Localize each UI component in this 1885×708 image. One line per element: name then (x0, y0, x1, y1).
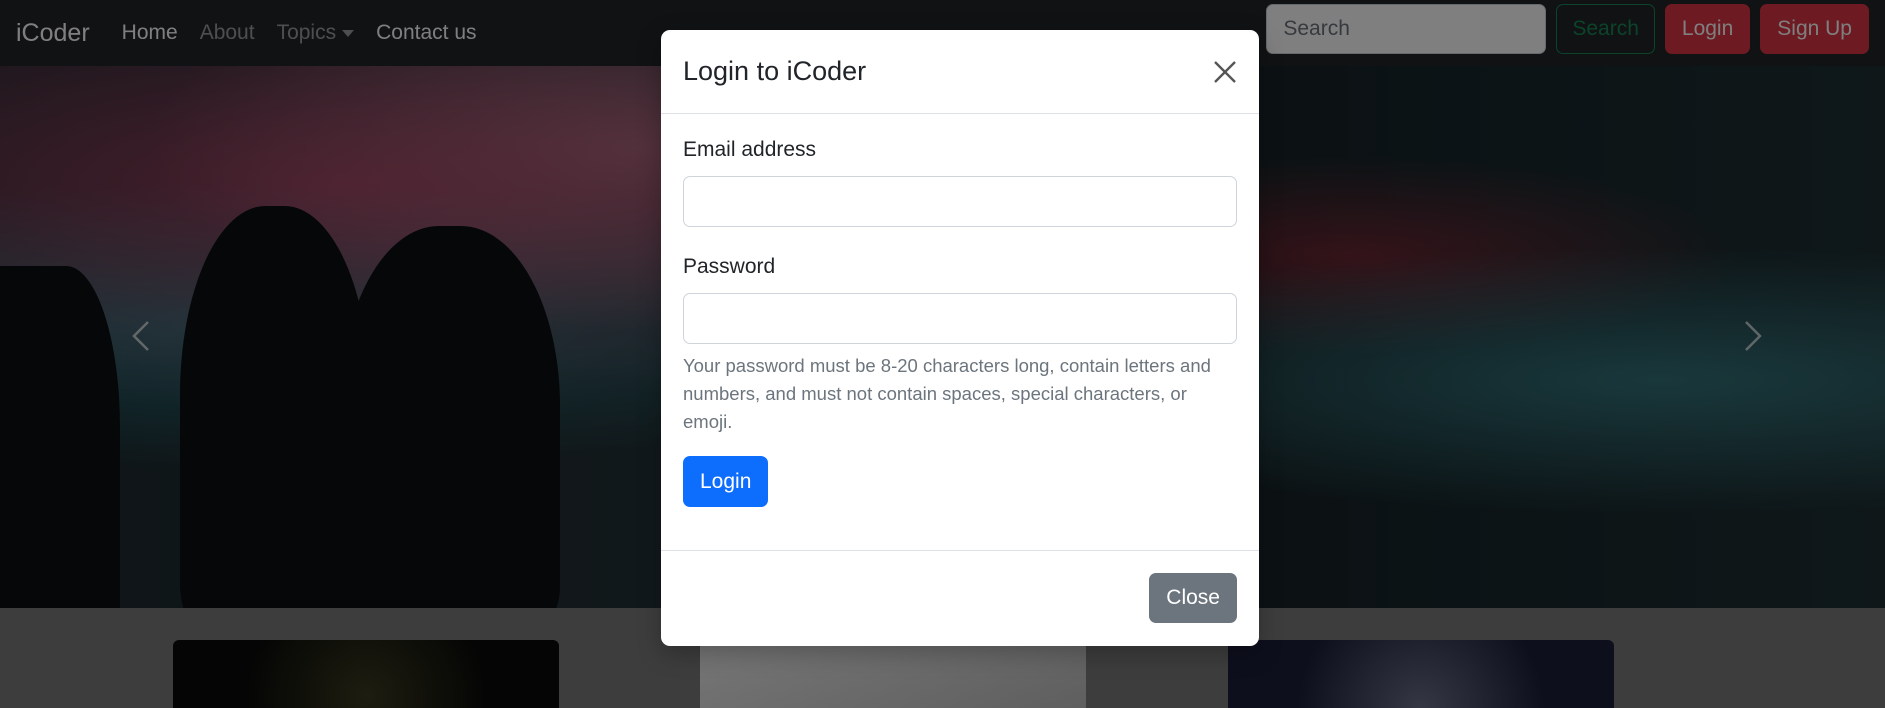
modal-footer: Close (661, 551, 1259, 646)
email-label: Email address (683, 138, 817, 161)
password-help-text: Your password must be 8-20 characters lo… (683, 355, 1211, 432)
password-field[interactable] (683, 293, 1237, 344)
modal-title: Login to iCoder (683, 56, 867, 86)
modal-header: Login to iCoder (661, 30, 1259, 114)
modal-login-button[interactable]: Login (683, 456, 769, 507)
email-field[interactable] (683, 176, 1237, 227)
modal-body: Email address Password Your password mus… (661, 114, 1259, 551)
close-icon[interactable] (1211, 58, 1239, 86)
close-button[interactable]: Close (1149, 573, 1237, 623)
login-modal: Login to iCoder Email address Password Y… (661, 30, 1259, 646)
password-label: Password (683, 255, 776, 278)
